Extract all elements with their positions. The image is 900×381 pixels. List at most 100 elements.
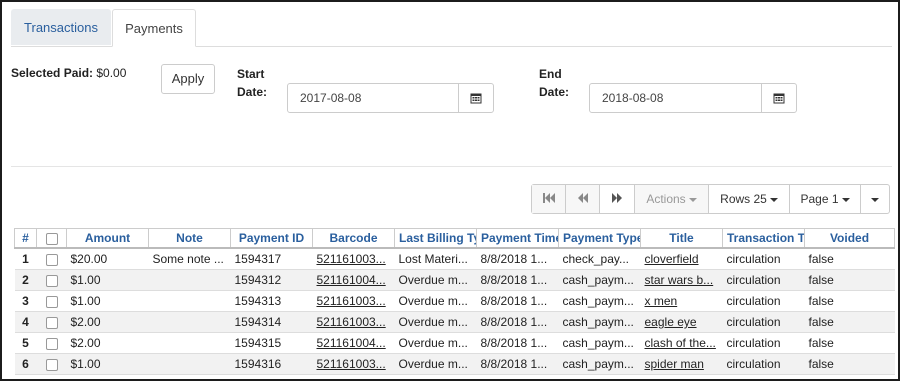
row-select-cell[interactable] [36,332,67,354]
col-header-voided[interactable]: Voided [804,228,895,249]
payment-type-cell: check_pay... [558,248,641,270]
payment-time-cell: 8/8/2018 1... [476,290,559,312]
col-header-note[interactable]: Note [148,228,231,249]
row-checkbox[interactable] [45,295,58,308]
col-header-transaction-type[interactable]: Transaction T [722,228,805,249]
row-checkbox[interactable] [45,337,58,350]
select-all-checkbox[interactable] [45,232,58,245]
voided-cell: false [804,248,895,270]
end-date-label-line1: End [539,67,562,81]
payment-id-cell: 1594314 [230,311,313,333]
payment-time-cell: 8/8/2018 1... [476,269,559,291]
barcode-link[interactable]: 521161003... [312,311,395,333]
row-number-link[interactable]: 3 [14,290,37,312]
tab-payments[interactable]: Payments [112,9,196,47]
barcode-link[interactable]: 521161004... [312,332,395,354]
col-header-payment-id[interactable]: Payment ID [230,228,313,249]
table-row[interactable]: 5 $2.00 1594315 521161004... Overdue m... 8/8… [14,332,895,354]
chevron-down-icon [688,197,697,202]
grid-toolbar: Actions Rows 25 Page 1 [531,184,890,214]
table-row[interactable]: 6 $1.00 1594316 521161003... Overdue m... 8/8… [14,353,895,375]
row-number-link[interactable]: 5 [14,332,37,354]
payment-id-cell: 1594317 [230,248,313,270]
row-checkbox[interactable] [45,316,58,329]
payment-type-cell: cash_paym... [558,269,641,291]
barcode-link[interactable]: 521161004... [312,269,395,291]
row-number-link[interactable]: 2 [14,269,37,291]
col-header-select-all[interactable] [36,228,67,249]
transaction-type-cell: circulation [722,332,805,354]
tab-transactions[interactable]: Transactions [11,9,111,45]
table-row[interactable]: 1 $20.00 Some note ... 1594317 521161003... L… [14,248,895,270]
payment-type-cell: cash_paym... [558,290,641,312]
payment-type-cell: cash_paym... [558,311,641,333]
chevron-down-icon [871,197,879,202]
row-select-cell[interactable] [36,311,67,333]
previous-page-button[interactable] [566,185,600,213]
payments-panel: Transactions Payments Selected Paid: $0.… [0,0,900,381]
title-link[interactable]: star wars b... [640,269,723,291]
title-link[interactable]: spider man [640,353,723,375]
transaction-type-cell: circulation [722,248,805,270]
row-checkbox[interactable] [45,274,58,287]
title-link[interactable]: x men [640,290,723,312]
row-checkbox[interactable] [45,358,58,371]
row-select-cell[interactable] [36,353,67,375]
start-date-label: Start Date: [237,65,277,101]
row-select-cell[interactable] [36,248,67,270]
barcode-link[interactable]: 521161003... [312,248,395,270]
row-select-cell[interactable] [36,269,67,291]
transaction-type-cell: circulation [722,290,805,312]
payment-id-cell: 1594316 [230,353,313,375]
transaction-type-cell: circulation [722,311,805,333]
voided-cell: false [804,332,895,354]
voided-cell: false [804,269,895,291]
payment-time-cell: 8/8/2018 1... [476,332,559,354]
payment-type-cell: cash_paym... [558,332,641,354]
row-number-link[interactable]: 6 [14,353,37,375]
table-header-row: # Amount Note Payment ID Barcode Last Bi… [14,228,895,249]
title-link[interactable]: clash of the... [640,332,723,354]
start-date-input[interactable]: 2017-08-08 [287,83,494,113]
calendar-icon[interactable] [458,84,493,112]
col-header-payment-type[interactable]: Payment Type [558,228,641,249]
title-link[interactable]: eagle eye [640,311,723,333]
page-dropdown[interactable]: Page 1 [790,185,861,213]
start-date-value[interactable]: 2017-08-08 [300,84,361,112]
col-header-number[interactable]: # [14,228,37,249]
row-select-cell[interactable] [36,290,67,312]
row-number-link[interactable]: 1 [14,248,37,270]
barcode-link[interactable]: 521161003... [312,290,395,312]
amount-cell: $1.00 [66,269,149,291]
end-date-input[interactable]: 2018-08-08 [589,83,797,113]
calendar-icon[interactable] [761,84,796,112]
title-link[interactable]: cloverfield [640,248,723,270]
chevron-down-icon [769,197,778,202]
start-date-label-line1: Start [237,67,265,81]
col-header-barcode[interactable]: Barcode [312,228,395,249]
apply-button[interactable]: Apply [161,64,215,94]
divider [11,166,892,167]
tab-bar: Transactions Payments [11,9,892,47]
col-header-amount[interactable]: Amount [66,228,149,249]
end-date-value[interactable]: 2018-08-08 [602,84,663,112]
payment-id-cell: 1594313 [230,290,313,312]
actions-dropdown[interactable]: Actions [635,185,709,213]
rows-per-page-dropdown[interactable]: Rows 25 [709,185,790,213]
col-header-title[interactable]: Title [640,228,723,249]
transaction-type-cell: circulation [722,269,805,291]
next-page-button[interactable] [600,185,635,213]
table-row[interactable]: 3 $1.00 1594313 521161003... Overdue m... 8/8… [14,290,895,312]
table-row[interactable]: 2 $1.00 1594312 521161004... Overdue m... 8/8… [14,269,895,291]
billing-type-cell: Overdue m... [394,290,477,312]
more-options-dropdown[interactable] [861,185,889,213]
col-header-last-billing-type[interactable]: Last Billing Ty [394,228,477,249]
row-number-link[interactable]: 4 [14,311,37,333]
row-checkbox[interactable] [45,253,58,266]
first-page-button[interactable] [532,185,566,213]
actions-label: Actions [646,192,686,206]
barcode-link[interactable]: 521161003... [312,353,395,375]
col-header-payment-time[interactable]: Payment Time [476,228,559,249]
amount-cell: $2.00 [66,311,149,333]
table-row[interactable]: 4 $2.00 1594314 521161003... Overdue m... 8/8… [14,311,895,333]
